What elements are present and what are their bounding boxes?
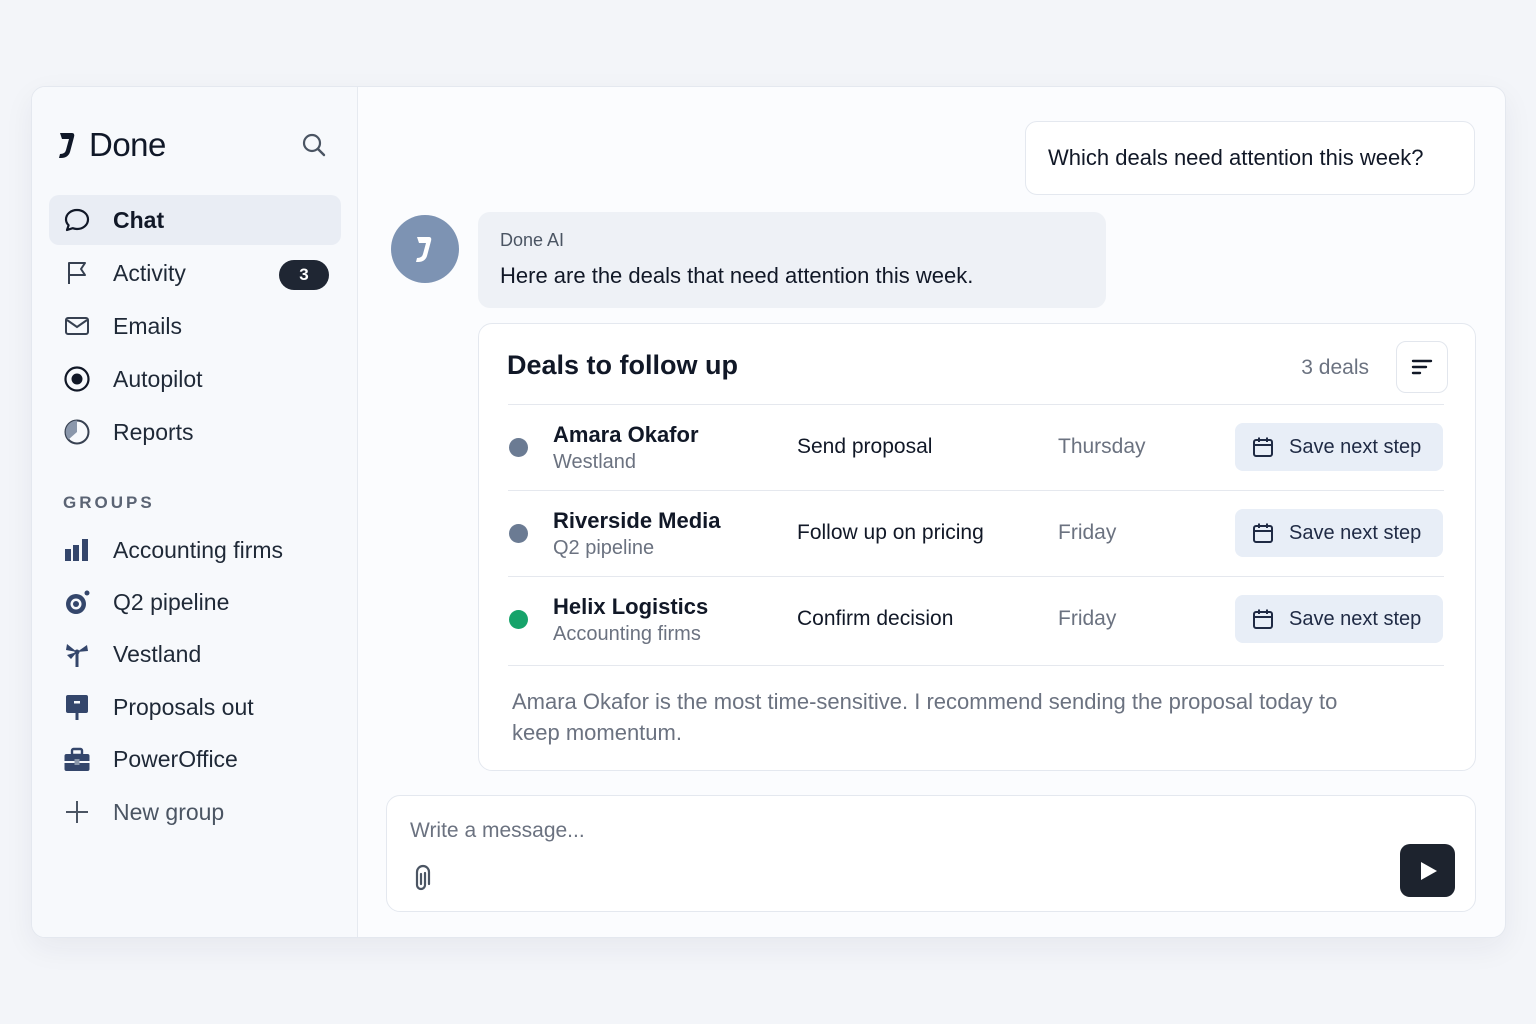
groups-list: Accounting firms Q2 pipeline Vestland Pr… (49, 524, 341, 838)
search-icon (302, 133, 326, 157)
calendar-icon (1253, 523, 1273, 543)
app-name: Done (89, 126, 166, 163)
status-dot (509, 610, 528, 629)
sidebar: Done Chat Activity 3 Emails Autopilot Re… (32, 87, 358, 937)
deal-row: Riverside Media Q2 pipeline Follow up on… (508, 490, 1444, 576)
deal-name[interactable]: Amara Okafor (553, 422, 699, 448)
message-composer (386, 795, 1476, 912)
nav-label: Reports (113, 418, 194, 445)
deal-due-day: Thursday (1058, 435, 1146, 458)
groups-heading: GROUPS (63, 493, 155, 512)
new-group-label: New group (113, 798, 225, 825)
save-next-step-label: Save next step (1289, 521, 1422, 544)
save-next-step-button[interactable]: Save next step (1235, 423, 1443, 471)
nav-item-autopilot[interactable]: Autopilot (49, 354, 341, 404)
mail-icon (63, 312, 91, 340)
new-group-button[interactable]: New group (49, 786, 341, 838)
save-next-step-button[interactable]: Save next step (1235, 509, 1443, 557)
app-window: Done Chat Activity 3 Emails Autopilot Re… (31, 86, 1506, 938)
status-dot (509, 524, 528, 543)
plus-icon (63, 798, 91, 826)
done-logo-icon (416, 237, 432, 262)
nav-item-emails[interactable]: Emails (49, 301, 341, 351)
deal-row: Helix Logistics Accounting firms Confirm… (508, 576, 1444, 666)
done-logo-icon (59, 133, 75, 158)
deal-next-action: Send proposal (797, 435, 933, 458)
ai-recommendation: Amara Okafor is the most time-sensitive.… (512, 689, 1338, 745)
deal-due-day: Friday (1058, 607, 1117, 630)
calendar-icon (1253, 437, 1273, 457)
signpost-icon (63, 693, 91, 721)
nav-label: Autopilot (113, 365, 203, 392)
main-nav: Chat Activity 3 Emails Autopilot Reports (49, 195, 341, 460)
deals-list: Amara Okafor Westland Send proposal Thur… (508, 404, 1444, 666)
group-item-proposals-out[interactable]: Proposals out (49, 681, 341, 733)
ai-message-text: Here are the deals that need attention t… (500, 263, 974, 288)
nav-label: Chat (113, 206, 165, 233)
nav-item-reports[interactable]: Reports (49, 407, 341, 457)
ai-sender-name: Done AI (500, 230, 565, 250)
deal-group: Q2 pipeline (553, 537, 655, 559)
deals-count: 3 deals (1301, 356, 1369, 379)
windmill-icon (63, 641, 91, 669)
deals-card-title: Deals to follow up (507, 350, 739, 380)
calendar-icon (1253, 609, 1273, 629)
nav-label: Emails (113, 312, 183, 339)
nav-item-chat[interactable]: Chat (49, 195, 341, 245)
sort-lines-icon (1411, 359, 1433, 375)
flag-icon (63, 259, 91, 287)
nav-label: Activity (113, 259, 186, 286)
status-dot (509, 438, 528, 457)
group-label: PowerOffice (113, 746, 238, 773)
group-item-q2-pipeline[interactable]: Q2 pipeline (49, 576, 341, 628)
search-button[interactable] (298, 129, 330, 161)
pie-chart-icon (63, 418, 91, 446)
deal-next-action: Confirm decision (797, 607, 954, 630)
save-next-step-label: Save next step (1289, 435, 1422, 458)
ai-message: Done AI Here are the deals that need att… (478, 212, 1106, 308)
paperclip-icon (415, 864, 431, 891)
send-button[interactable] (1400, 844, 1455, 897)
nav-item-activity[interactable]: Activity 3 (49, 248, 341, 298)
activity-count-badge: 3 (279, 260, 329, 290)
message-input[interactable] (410, 816, 1310, 846)
save-next-step-label: Save next step (1289, 607, 1422, 630)
group-item-accounting-firms[interactable]: Accounting firms (49, 524, 341, 576)
attach-button[interactable] (410, 862, 438, 892)
sort-button[interactable] (1396, 341, 1448, 393)
group-label: Vestland (113, 641, 202, 668)
ai-avatar (391, 215, 459, 283)
chat-area: Which deals need attention this week? Do… (359, 87, 1505, 937)
bar-chart-icon (63, 536, 91, 564)
deal-name[interactable]: Riverside Media (553, 508, 721, 534)
deal-group: Accounting firms (553, 623, 701, 645)
deal-next-action: Follow up on pricing (797, 521, 984, 544)
briefcase-icon (63, 746, 91, 774)
group-item-poweroffice[interactable]: PowerOffice (49, 734, 341, 786)
group-item-vestland[interactable]: Vestland (49, 629, 341, 681)
deal-name[interactable]: Helix Logistics (553, 594, 708, 620)
brand[interactable]: Done (57, 125, 166, 165)
deal-due-day: Friday (1058, 521, 1117, 544)
chat-bubble-icon (63, 206, 91, 234)
group-label: Proposals out (113, 693, 254, 720)
send-play-icon (1420, 861, 1437, 880)
save-next-step-button[interactable]: Save next step (1235, 595, 1443, 643)
group-label: Q2 pipeline (113, 589, 230, 616)
deal-group: Westland (553, 451, 637, 473)
ring-icon (63, 589, 91, 617)
deal-row: Amara Okafor Westland Send proposal Thur… (508, 404, 1444, 490)
deals-card: Deals to follow up 3 deals Amara Okafor … (478, 323, 1476, 771)
user-message: Which deals need attention this week? (1025, 121, 1475, 195)
group-label: Accounting firms (113, 536, 284, 563)
target-icon (63, 365, 91, 393)
